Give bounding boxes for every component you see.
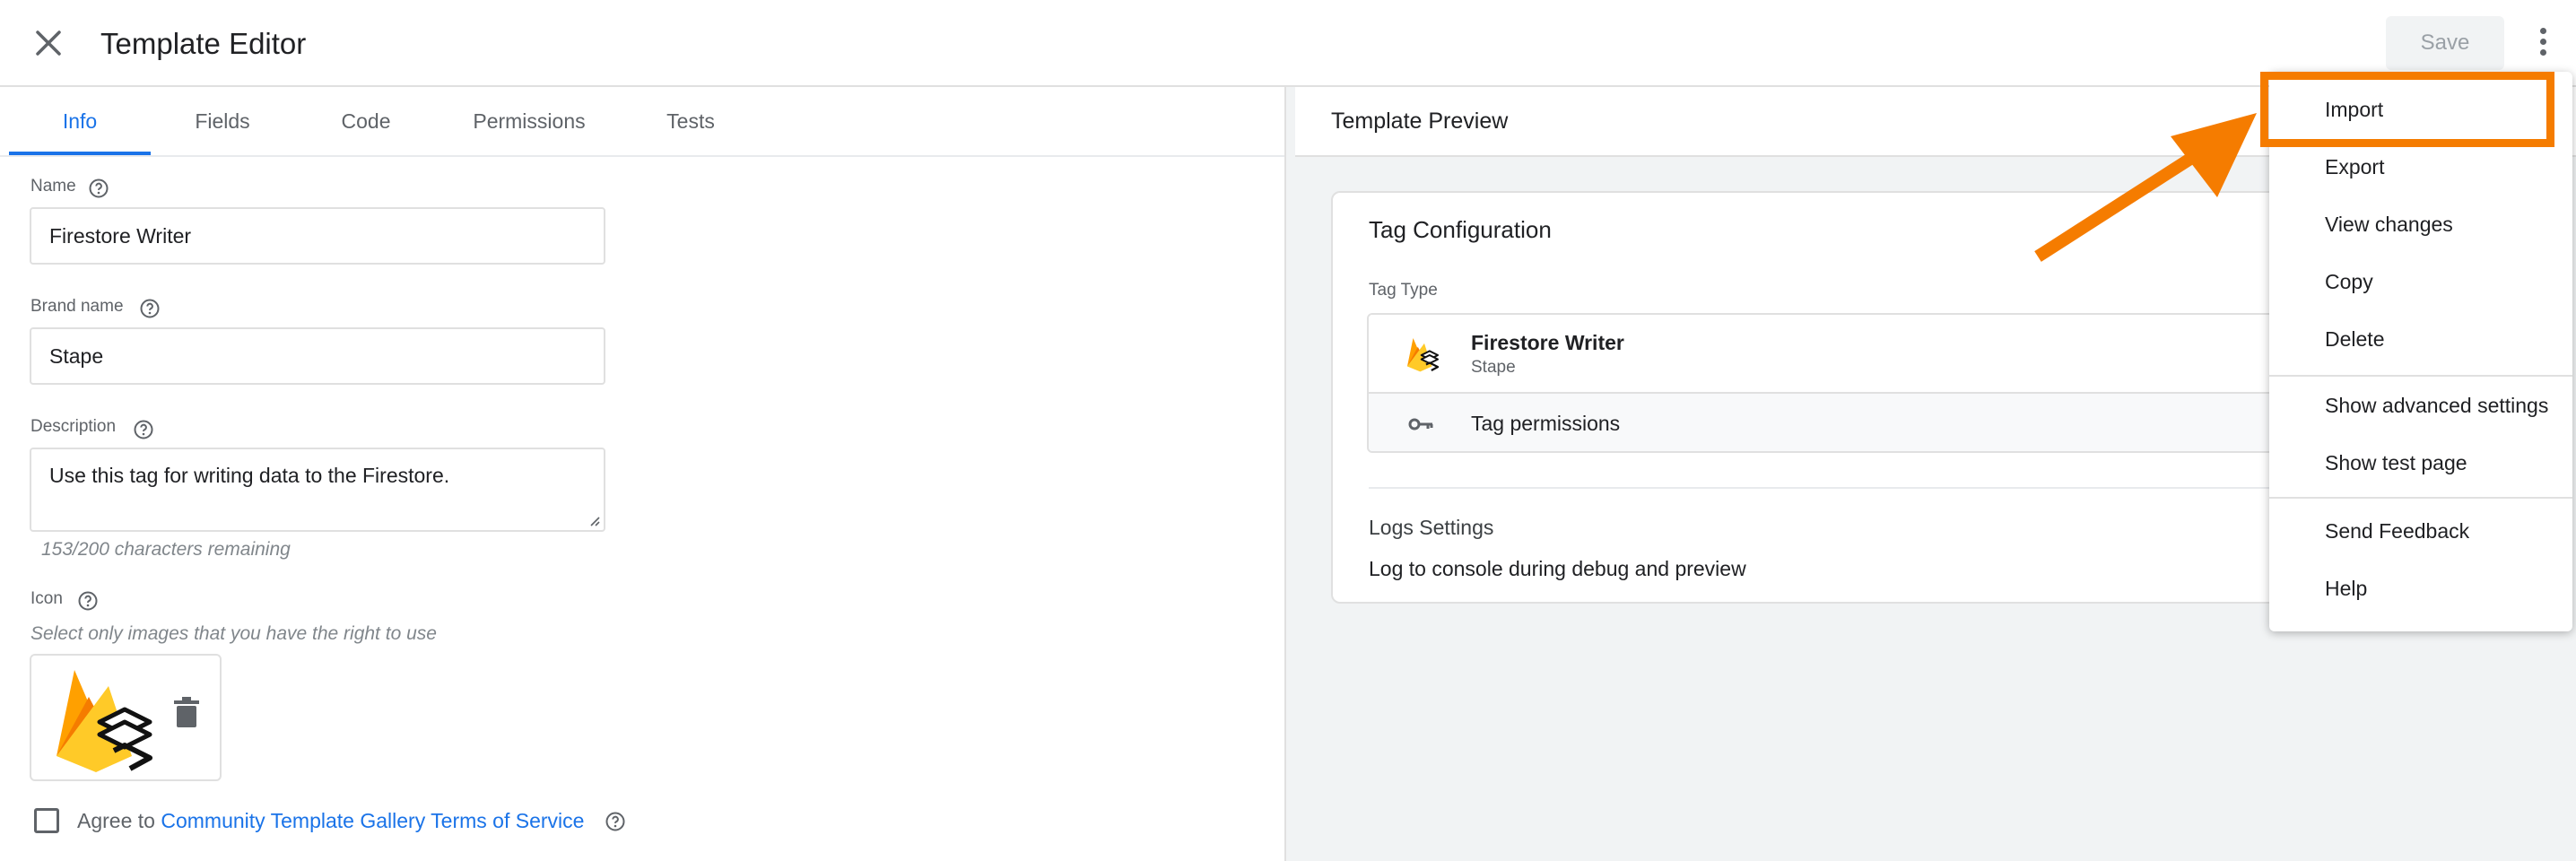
key-icon [1408,418,1433,430]
name-label: Name [30,177,76,196]
logs-settings-title: Logs Settings [1369,516,1494,539]
logs-settings-value: Log to console during debug and preview [1369,557,1746,580]
help-icon[interactable] [605,811,626,832]
resize-handle-icon[interactable] [587,513,601,527]
menu-item-delete[interactable]: Delete [2269,310,2572,368]
trash-icon[interactable] [173,697,200,729]
description-textarea[interactable]: Use this tag for writing data to the Fir… [30,448,605,532]
editor-panel: Info Fields Code Permissions Tests Name … [0,87,1284,861]
save-button[interactable]: Save [2386,16,2504,70]
agree-prefix: Agree to [77,809,161,832]
help-icon[interactable] [77,590,99,612]
menu-item-send-feedback[interactable]: Send Feedback [2269,502,2572,560]
description-text: Use this tag for writing data to the Fir… [49,464,450,487]
chars-remaining: 153/200 characters remaining [41,539,291,560]
icon-hint: Select only images that you have the rig… [30,623,437,644]
top-bar: Template Editor Save [0,0,2576,87]
overflow-menu: Import Export View changes Copy Delete S… [2269,72,2572,631]
tag-brand: Stape [1471,358,1516,377]
help-icon[interactable] [133,419,154,440]
icon-label: Icon [30,589,63,608]
menu-item-help[interactable]: Help [2269,560,2572,617]
arrow-annotation [2034,113,2257,262]
firebase-stape-logo [57,670,152,772]
tab-fields[interactable]: Fields [151,87,294,155]
firebase-stape-logo [1406,337,1440,372]
menu-item-show-test-page[interactable]: Show test page [2269,434,2572,491]
agree-text: Agree to Community Template Gallery Term… [77,809,584,833]
import-highlight-box [2260,72,2554,147]
brand-label: Brand name [30,297,124,316]
help-icon[interactable] [139,298,161,319]
tag-name: Firestore Writer [1471,331,1624,354]
close-icon[interactable] [30,25,66,61]
menu-item-copy[interactable]: Copy [2269,253,2572,310]
panel-divider[interactable] [1284,87,1295,861]
card-title: Tag Configuration [1369,216,1552,243]
agree-checkbox[interactable] [34,808,59,833]
preview-title: Template Preview [1331,109,1509,134]
tab-bar: Info Fields Code Permissions Tests [0,87,1284,157]
icon-preview[interactable] [30,654,222,781]
menu-item-show-advanced-settings[interactable]: Show advanced settings [2269,377,2572,434]
tab-code[interactable]: Code [294,87,438,155]
help-icon[interactable] [88,178,109,199]
description-label: Description [30,417,117,436]
active-tab-indicator [9,152,151,155]
terms-of-service-link[interactable]: Community Template Gallery Terms of Serv… [161,809,584,832]
name-field[interactable]: Firestore Writer [30,207,605,265]
more-vert-icon[interactable] [2528,25,2558,61]
brand-name-field[interactable]: Stape [30,327,605,385]
tab-permissions[interactable]: Permissions [448,87,610,155]
menu-divider [2269,497,2572,499]
tab-info[interactable]: Info [9,87,151,155]
page-title: Template Editor [100,27,307,60]
tag-permissions-label: Tag permissions [1471,412,1621,435]
tag-type-label: Tag Type [1369,281,1438,300]
menu-item-view-changes[interactable]: View changes [2269,196,2572,253]
tab-tests[interactable]: Tests [619,87,762,155]
